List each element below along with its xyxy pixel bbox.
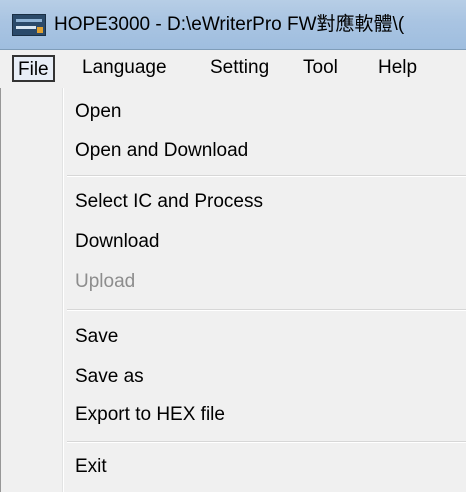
menu-separator: [67, 309, 466, 311]
menu-file[interactable]: File: [12, 55, 55, 82]
menu-tool[interactable]: Tool: [297, 55, 344, 82]
menu-setting[interactable]: Setting: [204, 55, 275, 82]
window-title: HOPE3000 - D:\eWriterPro FW對應軟體\(: [54, 14, 405, 35]
file-dropdown-menu: Open Open and Download Select IC and Pro…: [0, 88, 466, 492]
menu-item-exit[interactable]: Exit: [75, 455, 107, 479]
menu-item-select-ic-and-process[interactable]: Select IC and Process: [75, 190, 263, 214]
menu-item-save[interactable]: Save: [75, 325, 118, 349]
menu-item-download[interactable]: Download: [75, 230, 160, 254]
menu-item-open[interactable]: Open: [75, 100, 121, 124]
menu-separator: [67, 175, 466, 177]
menu-item-save-as[interactable]: Save as: [75, 365, 144, 389]
icon-chip: [37, 27, 43, 33]
title-bar[interactable]: HOPE3000 - D:\eWriterPro FW對應軟體\(: [0, 0, 466, 50]
app-chip-icon[interactable]: [12, 14, 46, 36]
menu-bar: File Language Setting Tool Help: [0, 50, 466, 88]
app-window: HOPE3000 - D:\eWriterPro FW對應軟體\( File L…: [0, 0, 466, 492]
menu-item-export-to-hex[interactable]: Export to HEX file: [75, 403, 225, 427]
menu-help[interactable]: Help: [372, 55, 423, 82]
menu-language[interactable]: Language: [76, 55, 173, 82]
icon-stripe: [16, 19, 42, 22]
icon-stripe: [16, 26, 36, 29]
menu-item-upload: Upload: [75, 271, 136, 292]
menu-column-divider: [63, 88, 64, 492]
menu-icon-column: [2, 88, 60, 492]
menu-separator: [67, 441, 466, 443]
menu-item-open-and-download[interactable]: Open and Download: [75, 139, 248, 163]
